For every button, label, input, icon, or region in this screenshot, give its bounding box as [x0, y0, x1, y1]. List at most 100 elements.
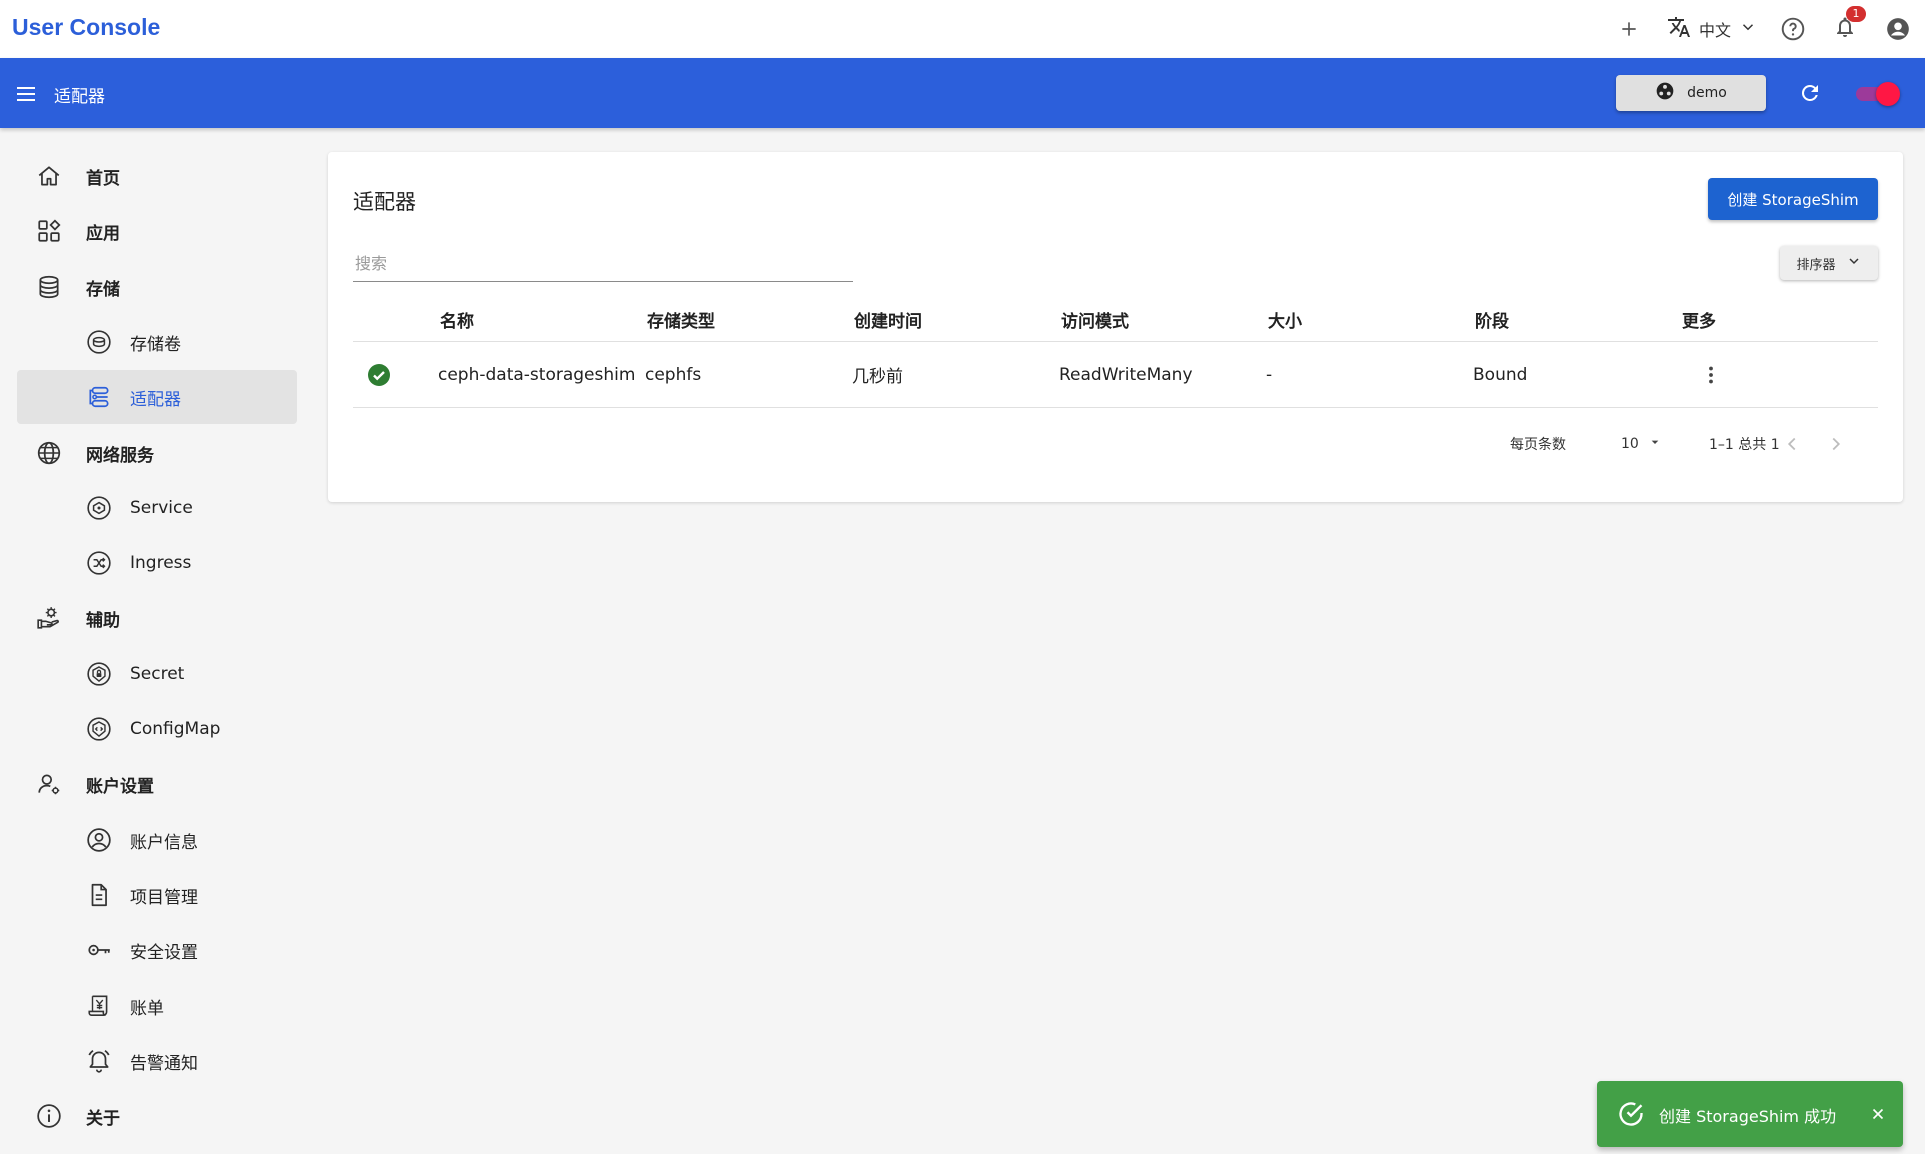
sidebar-item[interactable]: 关于: [17, 1089, 297, 1143]
status-ok-icon: [367, 342, 391, 407]
sidebar-item-label: Secret: [130, 664, 185, 684]
prev-page-icon[interactable]: [1781, 424, 1803, 464]
ingress-icon: [85, 549, 113, 577]
sidebar-item[interactable]: 账户信息: [17, 813, 297, 867]
storageshim-table: 名称 存储类型 创建时间 访问模式 大小 阶段 更多 ceph-data-sto…: [353, 298, 1878, 408]
info-icon: [35, 1102, 63, 1130]
sidebar-item[interactable]: Service: [17, 481, 297, 535]
document-icon: [85, 881, 113, 909]
sidebar-item[interactable]: 适配器: [17, 370, 297, 424]
menu-icon[interactable]: [10, 78, 42, 110]
sidebar-item-label: 存储卷: [130, 334, 181, 355]
column-header-access-mode[interactable]: 访问模式: [1061, 298, 1129, 341]
service-icon: [85, 494, 113, 522]
snackbar-message: 创建 StorageShim 成功: [1659, 1107, 1837, 1126]
namespace-selector[interactable]: demo: [1616, 75, 1766, 111]
next-page-icon[interactable]: [1825, 424, 1847, 464]
card-title: 适配器: [353, 190, 416, 214]
column-header-size[interactable]: 大小: [1268, 298, 1302, 341]
sidebar-item-label: 存储: [86, 279, 120, 300]
sidebar-item[interactable]: 应用: [17, 204, 297, 258]
account-circle-icon: [85, 826, 113, 854]
sidebar-item[interactable]: 存储卷: [17, 315, 297, 369]
toggle-thumb: [1876, 82, 1900, 106]
cell-created: 几秒前: [852, 367, 903, 387]
hand-gear-icon: [35, 604, 63, 632]
arrow-drop-down-icon: [1647, 434, 1663, 454]
top-actions: 中文 1: [1603, 0, 1925, 58]
sidebar-item[interactable]: 存储: [17, 260, 297, 314]
sidebar-item-label: 账户信息: [130, 832, 198, 853]
rows-per-page-select[interactable]: 10: [1621, 424, 1663, 464]
account-icon[interactable]: [1871, 0, 1925, 58]
sidebar-item-label: Service: [130, 498, 193, 518]
column-header-created[interactable]: 创建时间: [854, 298, 922, 341]
sidebar-item[interactable]: 告警通知: [17, 1034, 297, 1088]
user-gear-icon: [35, 770, 63, 798]
adapter-icon: [85, 383, 113, 411]
cell-storage-type: cephfs: [645, 364, 702, 385]
close-icon[interactable]: [1869, 1105, 1887, 1123]
sidebar-item[interactable]: Secret: [17, 647, 297, 701]
theme-toggle[interactable]: [1856, 82, 1904, 106]
sidebar-item-label: 告警通知: [130, 1053, 198, 1074]
cell-phase: Bound: [1473, 364, 1528, 385]
sidebar-item-label: 账户设置: [86, 776, 154, 797]
chevron-down-icon: [1846, 253, 1862, 273]
sidebar-item-label: 项目管理: [130, 887, 198, 908]
pagination-range: 1–1 总共 1: [1709, 437, 1780, 453]
sidebar-item[interactable]: 账单: [17, 979, 297, 1033]
success-snackbar: 创建 StorageShim 成功: [1597, 1081, 1903, 1147]
add-icon[interactable]: [1603, 0, 1655, 58]
sidebar-item-label: 辅助: [86, 610, 120, 631]
column-header-more: 更多: [1682, 312, 1716, 332]
bill-icon: [85, 992, 113, 1020]
help-icon[interactable]: [1767, 0, 1819, 58]
apps-icon: [35, 217, 63, 245]
table-row[interactable]: ceph-data-storageshim cephfs 几秒前 ReadWri…: [353, 342, 1878, 408]
sidebar: 首页应用存储存储卷适配器网络服务 Service Ingress 辅助 Secret Co…: [0, 128, 310, 1154]
sidebar-item[interactable]: Ingress: [17, 536, 297, 590]
page-header-bar: 适配器 demo: [0, 58, 1925, 128]
configmap-icon: [85, 715, 113, 743]
sidebar-item[interactable]: ConfigMap: [17, 702, 297, 756]
search-input[interactable]: [353, 246, 853, 282]
sidebar-item-label: ConfigMap: [130, 719, 221, 739]
top-app-bar: User Console 中文 1: [0, 0, 1925, 58]
cell-name[interactable]: ceph-data-storageshim: [438, 342, 635, 407]
sidebar-item-label: 账单: [130, 998, 164, 1019]
sidebar-item-label: 网络服务: [86, 445, 154, 466]
volume-icon: [85, 328, 113, 356]
more-vert-icon[interactable]: [1699, 342, 1723, 407]
sort-label: 排序器: [1796, 257, 1836, 273]
language-selector[interactable]: 中文: [1655, 0, 1767, 58]
sidebar-item-label: 应用: [86, 223, 120, 244]
sidebar-item-label: 首页: [86, 168, 120, 189]
database-icon: [35, 273, 63, 301]
sidebar-item[interactable]: 网络服务: [17, 426, 297, 480]
sidebar-item[interactable]: 安全设置: [17, 923, 297, 977]
sidebar-item[interactable]: 首页: [17, 149, 297, 203]
sort-button[interactable]: 排序器: [1780, 246, 1878, 280]
sidebar-item[interactable]: 项目管理: [17, 868, 297, 922]
sidebar-item-label: 适配器: [130, 389, 181, 410]
sidebar-item[interactable]: 账户设置: [17, 757, 297, 811]
notifications-button[interactable]: 1: [1819, 0, 1871, 58]
rows-per-page-label: 每页条数: [1510, 437, 1566, 453]
main-card: 适配器 创建 StorageShim 排序器 名称 存储类型 创建时间 访问模式…: [328, 152, 1903, 502]
namespace-icon: [1655, 81, 1675, 105]
column-header-storage-type[interactable]: 存储类型: [647, 298, 715, 341]
pagination: 每页条数 10 1–1 总共 1: [353, 424, 1878, 464]
column-header-name[interactable]: 名称: [440, 298, 474, 341]
column-header-phase[interactable]: 阶段: [1475, 298, 1509, 341]
sidebar-item[interactable]: 辅助: [17, 591, 297, 645]
secret-icon: [85, 660, 113, 688]
key-icon: [85, 936, 113, 964]
check-circle-icon: [1617, 1100, 1645, 1128]
app-title[interactable]: User Console: [12, 14, 160, 41]
create-storageshim-button[interactable]: 创建 StorageShim: [1708, 178, 1878, 220]
table-header: 名称 存储类型 创建时间 访问模式 大小 阶段 更多: [353, 298, 1878, 342]
sidebar-item-label: Ingress: [130, 553, 192, 573]
refresh-icon[interactable]: [1792, 75, 1828, 111]
rows-per-page-value: 10: [1621, 436, 1639, 452]
